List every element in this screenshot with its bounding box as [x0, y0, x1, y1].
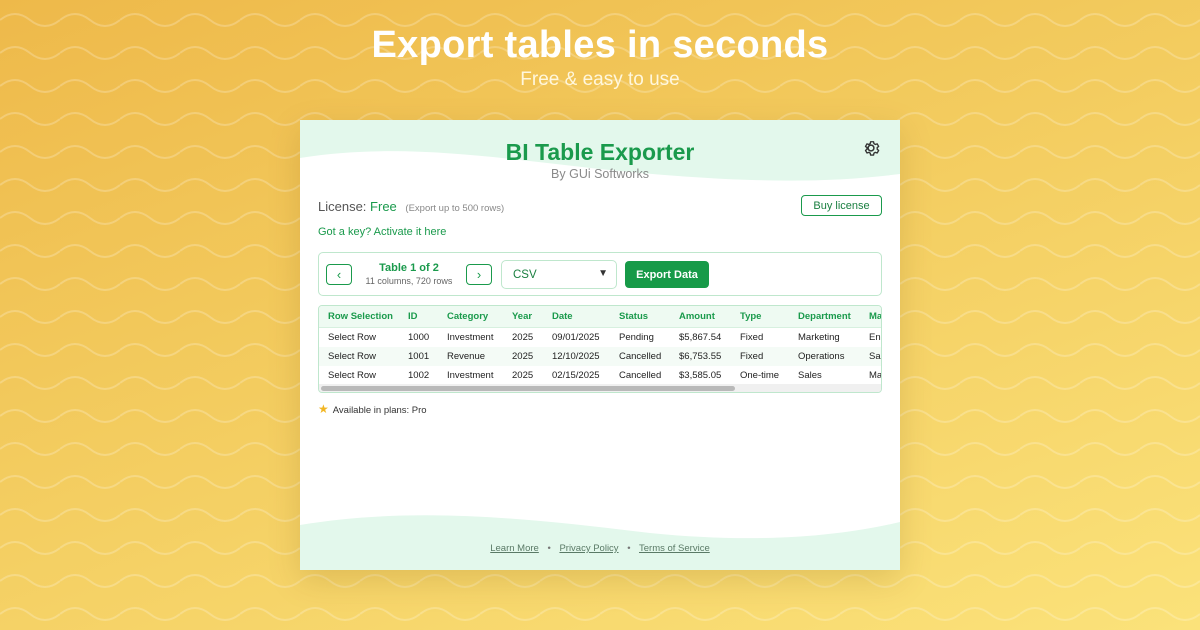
table-preview: Row Selection ID Category Year Date Status Amo… — [318, 305, 882, 393]
column-header[interactable]: ID — [408, 306, 418, 328]
table-cell: Cancelled — [619, 351, 662, 362]
table-cell: 12/10/2025 — [552, 351, 600, 362]
plans-note: ★ Available in plans: Pro — [318, 402, 427, 416]
learn-more-link[interactable]: Learn More — [490, 543, 539, 554]
table-cell: Operations — [798, 351, 845, 362]
table-cell: Revenue — [447, 351, 486, 362]
scrollbar-thumb[interactable] — [321, 386, 735, 391]
table-cell: $6,753.55 — [679, 351, 722, 362]
column-header[interactable]: Ma — [869, 306, 881, 328]
export-controls: ‹ Table 1 of 2 11 columns, 720 rows › CS… — [318, 252, 882, 296]
activate-key-link[interactable]: Got a key? Activate it here — [318, 226, 446, 238]
table-cell: En — [869, 332, 881, 343]
table-cell: One-time — [740, 370, 780, 381]
select-row-cell[interactable]: Select Row — [328, 366, 376, 384]
column-header[interactable]: Category — [447, 306, 488, 328]
table-cell: 2025 — [512, 370, 534, 381]
table-cell: 2025 — [512, 351, 534, 362]
table-cell: Fixed — [740, 332, 764, 343]
footer-links: Learn More • Privacy Policy • Terms of S… — [300, 543, 900, 554]
star-icon: ★ — [318, 402, 329, 416]
column-header[interactable]: Type — [740, 306, 761, 328]
format-selected-value: CSV — [513, 268, 537, 281]
format-select[interactable]: CSV ▼ — [501, 260, 617, 289]
terms-of-service-link[interactable]: Terms of Service — [639, 543, 710, 554]
table-cell: $5,867.54 — [679, 332, 722, 343]
table-name: Table 1 of 2 — [379, 262, 439, 274]
previous-table-button[interactable]: ‹ — [326, 264, 352, 285]
hero-title: Export tables in seconds — [371, 24, 829, 66]
column-header[interactable]: Date — [552, 306, 573, 328]
export-data-button[interactable]: Export Data — [625, 261, 709, 288]
select-row-cell[interactable]: Select Row — [328, 347, 376, 366]
hero-subtitle: Free & easy to use — [520, 69, 680, 90]
buy-license-button[interactable]: Buy license — [801, 195, 882, 216]
table-cell: 1002 — [408, 370, 430, 381]
table-cell: 2025 — [512, 332, 534, 343]
table-cell: Pending — [619, 332, 654, 343]
column-header[interactable]: Department — [798, 306, 851, 328]
app-title: BI Table Exporter — [505, 139, 695, 165]
plans-text: Available in plans: Pro — [332, 405, 427, 416]
license-value: Free — [370, 199, 397, 214]
table-row: Select Row 1001 Revenue 2025 12/10/2025 Cance… — [319, 347, 881, 366]
table-cell: Investment — [447, 332, 494, 343]
select-row-cell[interactable]: Select Row — [328, 328, 376, 347]
license-label: License: — [318, 199, 367, 214]
table-cell: 1000 — [408, 332, 430, 343]
table-meta: 11 columns, 720 rows — [365, 276, 453, 286]
license-note: (Export up to 500 rows) — [405, 203, 505, 214]
table-row: Select Row 1002 Investment 2025 02/15/2025 Ca… — [319, 366, 882, 384]
horizontal-scrollbar[interactable] — [319, 384, 881, 392]
chevron-right-icon: › — [476, 267, 482, 282]
license-row: License: Free (Export up to 500 rows) — [318, 199, 504, 214]
table-cell: Ma — [869, 370, 882, 381]
extension-popup: BI Table Exporter By GUi Softworks Licen… — [300, 120, 900, 570]
privacy-policy-link[interactable]: Privacy Policy — [559, 543, 618, 554]
app-byline: By GUi Softworks — [551, 167, 649, 181]
chevron-left-icon: ‹ — [336, 267, 342, 282]
next-table-button[interactable]: › — [466, 264, 492, 285]
table-cell: Fixed — [740, 351, 764, 362]
footer-separator: • — [547, 543, 551, 554]
table-header-row: Row Selection ID Category Year Date Status Amo… — [319, 306, 881, 328]
table-cell: Sales — [798, 370, 822, 381]
chevron-down-icon: ▼ — [598, 268, 608, 279]
table-cell: Investment — [447, 370, 494, 381]
table-cell: 02/15/2025 — [552, 370, 600, 381]
table-cell: 1001 — [408, 351, 430, 362]
column-header[interactable]: Year — [512, 306, 532, 328]
column-header[interactable]: Row Selection — [328, 306, 393, 328]
gear-icon[interactable] — [861, 138, 881, 158]
table-cell: 09/01/2025 — [552, 332, 600, 343]
table-cell: Sa — [869, 351, 881, 362]
table-cell: Marketing — [798, 332, 840, 343]
footer-separator: • — [627, 543, 631, 554]
column-header[interactable]: Amount — [679, 306, 715, 328]
column-header[interactable]: Status — [619, 306, 648, 328]
table-cell: Cancelled — [619, 370, 662, 381]
table-row: Select Row 1000 Investment 2025 09/01/2025 Pe… — [319, 328, 881, 347]
table-cell: $3,585.05 — [679, 370, 722, 381]
table-preview-body: Row Selection ID Category Year Date Status Amo… — [319, 306, 882, 384]
